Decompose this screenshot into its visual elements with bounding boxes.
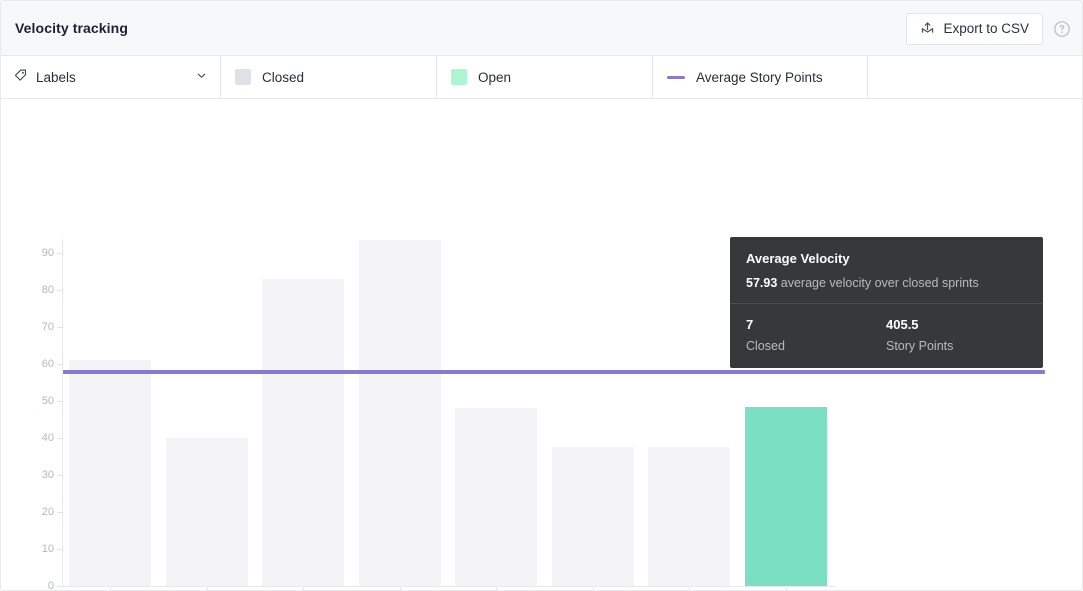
- tooltip-story-points-value: 405.5: [886, 317, 919, 332]
- legend-line-average: [667, 75, 685, 79]
- legend-item-average-story-points[interactable]: Average Story Points: [653, 56, 868, 98]
- velocity-chart: 0102030405060708090Sprint 6Sprint 7Sprin…: [1, 99, 1082, 591]
- y-axis-tick-mark: [57, 327, 62, 328]
- tag-icon: [13, 68, 28, 86]
- chart-bar[interactable]: [551, 447, 634, 586]
- x-axis-tick-mark: [496, 586, 497, 590]
- export-to-csv-button[interactable]: Export to CSV: [906, 12, 1043, 45]
- chart-bar[interactable]: [69, 360, 152, 586]
- y-axis-tick-mark: [57, 586, 62, 587]
- tooltip-stat-story-points: 405.5 Story Points: [886, 317, 1026, 353]
- y-axis-tick-label: 40: [41, 432, 54, 444]
- y-axis-tick-mark: [57, 364, 62, 365]
- average-velocity-tooltip: Average Velocity 57.93 average velocity …: [730, 237, 1043, 368]
- chart-bar[interactable]: [358, 240, 441, 586]
- y-axis-tick-mark: [57, 438, 62, 439]
- help-circle-icon[interactable]: [1052, 19, 1072, 39]
- chart-bar[interactable]: [744, 406, 827, 586]
- y-axis-tick-mark: [57, 401, 62, 402]
- tooltip-title: Average Velocity: [746, 251, 850, 266]
- x-axis-line: [62, 586, 836, 587]
- y-axis-tick-mark: [57, 549, 62, 550]
- labels-filter-label: Labels: [36, 69, 76, 85]
- x-axis-tick-mark: [110, 586, 111, 590]
- tooltip-subtitle: 57.93 average velocity over closed sprin…: [746, 276, 1027, 290]
- y-axis-tick-mark: [57, 290, 62, 291]
- y-axis-tick-label: 30: [41, 469, 54, 481]
- chart-bar[interactable]: [165, 438, 248, 586]
- header-actions: Export to CSV: [906, 1, 1072, 56]
- y-axis-tick-mark: [57, 512, 62, 513]
- legend-swatch-open: [451, 69, 467, 85]
- tooltip-stat-closed: 7 Closed: [746, 317, 886, 353]
- legend-item-closed[interactable]: Closed: [221, 56, 437, 98]
- export-to-csv-label: Export to CSV: [943, 21, 1029, 36]
- legend-spacer: [868, 56, 1082, 98]
- legend-item-open[interactable]: Open: [437, 56, 653, 98]
- chart-bar[interactable]: [455, 408, 538, 586]
- x-axis-tick-mark: [207, 586, 208, 590]
- page-title: Velocity tracking: [15, 20, 128, 36]
- y-axis-tick-label: 50: [41, 395, 54, 407]
- velocity-tracking-card: Velocity tracking Export to CSV Labels C…: [0, 0, 1083, 591]
- x-axis-tick-mark: [303, 586, 304, 590]
- export-icon: [920, 20, 935, 38]
- y-axis-tick-label: 20: [41, 506, 54, 518]
- chart-bar[interactable]: [262, 278, 345, 586]
- y-axis-tick-label: 80: [41, 284, 54, 296]
- tooltip-story-points-label: Story Points: [886, 339, 954, 353]
- card-header: Velocity tracking Export to CSV: [1, 1, 1082, 56]
- tooltip-closed-label: Closed: [746, 339, 785, 353]
- labels-filter-dropdown[interactable]: Labels: [1, 56, 221, 98]
- average-story-points-line: [63, 369, 1045, 374]
- y-axis-tick-mark: [57, 253, 62, 254]
- y-axis-tick-label: 90: [41, 247, 54, 259]
- x-axis-tick-mark: [786, 586, 787, 590]
- y-axis-line: [62, 239, 63, 587]
- legend-label-open: Open: [478, 69, 512, 85]
- y-axis-tick-label: 70: [41, 321, 54, 333]
- legend-label-average: Average Story Points: [696, 69, 823, 85]
- y-axis-tick-label: 60: [41, 358, 54, 370]
- legend-swatch-closed: [235, 69, 251, 85]
- chevron-down-icon: [195, 69, 208, 85]
- x-axis-tick-mark: [400, 586, 401, 590]
- legend-label-closed: Closed: [262, 69, 305, 85]
- y-axis-tick-mark: [57, 475, 62, 476]
- y-axis-tick-label: 0: [47, 580, 54, 591]
- y-axis-tick-label: 10: [41, 543, 54, 555]
- chart-bar[interactable]: [648, 447, 731, 586]
- legend-bar: Labels Closed Open Average Story Points: [1, 56, 1082, 99]
- tooltip-closed-value: 7: [746, 317, 754, 332]
- tooltip-average-value: 57.93: [746, 276, 778, 290]
- tooltip-description: average velocity over closed sprints: [780, 276, 979, 290]
- x-axis-tick-mark: [593, 586, 594, 590]
- x-axis-tick-mark: [689, 586, 690, 590]
